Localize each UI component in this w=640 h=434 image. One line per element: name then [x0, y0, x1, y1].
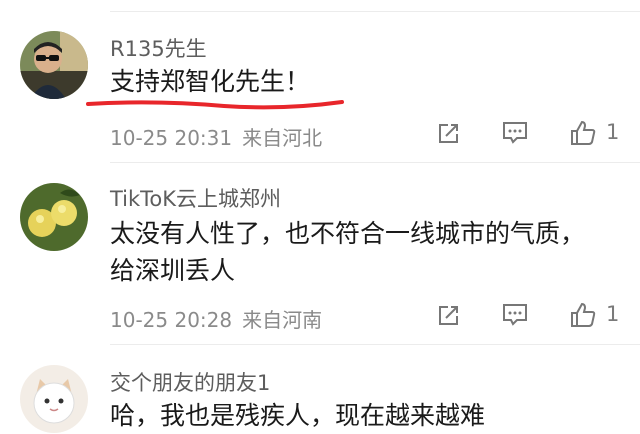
comment-icon	[503, 122, 527, 144]
comment-icon	[503, 304, 527, 326]
avatar[interactable]	[20, 183, 88, 251]
divider	[110, 162, 640, 163]
avatar[interactable]	[20, 31, 88, 99]
like-button[interactable]	[568, 118, 598, 148]
comment-content: 太没有人性了，也不符合一线城市的气质， 给深圳丢人	[110, 215, 585, 289]
comment-item: R135先生 支持郑智化先生！ 10-25 20:31 来自河北 1	[0, 0, 640, 170]
lemons-avatar-icon	[20, 183, 88, 251]
comment-actions: 1	[0, 118, 640, 150]
like-button[interactable]	[568, 300, 598, 330]
share-button[interactable]	[434, 300, 464, 330]
comment-username[interactable]: R135先生	[110, 33, 207, 63]
comment-actions: 1	[0, 300, 640, 332]
thumbs-up-icon	[571, 302, 596, 327]
share-button[interactable]	[434, 118, 464, 148]
like-count: 1	[606, 120, 620, 144]
comment-content-line: 给深圳丢人	[110, 256, 236, 285]
comment-username[interactable]: TikToK云上城郑州	[110, 183, 281, 213]
thumbs-up-icon	[571, 120, 596, 145]
comment-item: TikToK云上城郑州 太没有人性了，也不符合一线城市的气质， 给深圳丢人 10…	[0, 170, 640, 345]
comment-username[interactable]: 交个朋友的朋友1	[110, 367, 270, 397]
person-sunglasses-avatar-icon	[20, 31, 88, 99]
share-icon	[439, 124, 458, 143]
avatar[interactable]	[20, 365, 88, 433]
comment-button[interactable]	[500, 300, 530, 330]
cat-avatar-icon	[20, 365, 88, 433]
comment-item: 交个朋友的朋友1 哈，我也是残疾人，现在越来越难	[0, 345, 640, 433]
share-icon	[439, 306, 458, 325]
comment-content-line: 太没有人性了，也不符合一线城市的气质，	[110, 219, 586, 248]
like-count: 1	[606, 302, 620, 326]
comment-content: 哈，我也是残疾人，现在越来越难	[110, 401, 486, 430]
red-underline-annotation	[86, 100, 344, 110]
comment-button[interactable]	[500, 118, 530, 148]
